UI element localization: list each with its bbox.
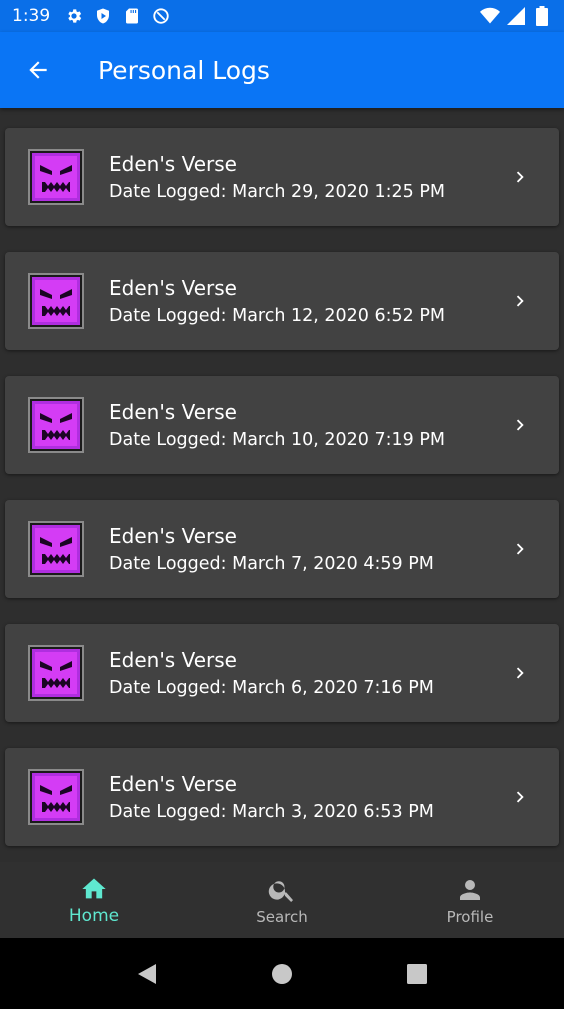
log-item[interactable]: Eden's Verse Date Logged: March 10, 2020…: [5, 376, 559, 474]
monster-face-icon: [28, 149, 84, 205]
app-bar: Personal Logs: [0, 32, 564, 108]
at-sign-icon: [151, 6, 171, 26]
log-date: Date Logged: March 12, 2020 6:52 PM: [109, 306, 446, 326]
system-nav-bar: [0, 938, 564, 1009]
chevron-right-icon: [505, 410, 535, 440]
log-list[interactable]: Eden's Verse Date Logged: March 29, 2020…: [0, 108, 564, 862]
back-triangle-icon[interactable]: [127, 954, 167, 994]
home-circle-icon[interactable]: [262, 954, 302, 994]
chevron-right-icon: [505, 658, 535, 688]
search-icon: [268, 880, 293, 902]
log-date: Date Logged: March 6, 2020 7:16 PM: [109, 678, 434, 698]
log-title: Eden's Verse: [109, 524, 237, 548]
log-item[interactable]: Eden's Verse Date Logged: March 12, 2020…: [5, 252, 559, 350]
nav-home[interactable]: Home: [0, 862, 188, 938]
monster-face-icon: [28, 521, 84, 577]
log-title: Eden's Verse: [109, 276, 237, 300]
log-item[interactable]: Eden's Verse Date Logged: March 6, 2020 …: [5, 624, 559, 722]
log-title: Eden's Verse: [109, 400, 237, 424]
log-date: Date Logged: March 3, 2020 6:53 PM: [109, 802, 434, 822]
back-button[interactable]: [0, 32, 76, 108]
nav-profile[interactable]: Profile: [376, 862, 564, 938]
recents-square-icon[interactable]: [397, 954, 437, 994]
log-title: Eden's Verse: [109, 648, 237, 672]
chevron-right-icon: [505, 286, 535, 316]
arrow-left-icon: [29, 61, 47, 79]
wifi-icon: [480, 6, 500, 26]
chevron-right-icon: [505, 534, 535, 564]
home-icon: [82, 878, 106, 898]
log-item[interactable]: Eden's Verse Date Logged: March 7, 2020 …: [5, 500, 559, 598]
log-item[interactable]: Eden's Verse Date Logged: March 29, 2020…: [5, 128, 559, 226]
nav-label: Profile: [446, 907, 494, 926]
page-title: Personal Logs: [98, 55, 270, 85]
monster-face-icon: [28, 769, 84, 825]
battery-icon: [532, 6, 552, 26]
log-date: Date Logged: March 7, 2020 4:59 PM: [109, 554, 434, 574]
gear-icon: [64, 6, 84, 26]
chevron-right-icon: [505, 162, 535, 192]
sd-card-icon: [122, 6, 142, 26]
status-time: 1:39: [12, 6, 51, 26]
status-icons-left: [64, 6, 171, 26]
log-item[interactable]: Eden's Verse Date Logged: March 3, 2020 …: [5, 748, 559, 846]
nav-label: Home: [68, 905, 120, 926]
person-icon: [460, 879, 480, 900]
log-title: Eden's Verse: [109, 772, 237, 796]
nav-search[interactable]: Search: [188, 862, 376, 938]
chevron-right-icon: [505, 782, 535, 812]
nav-label: Search: [256, 907, 308, 926]
log-date: Date Logged: March 10, 2020 7:19 PM: [109, 430, 446, 450]
status-bar: 1:39: [0, 0, 564, 32]
monster-face-icon: [28, 397, 84, 453]
status-icons-right: [480, 6, 552, 26]
monster-face-icon: [28, 645, 84, 701]
monster-face-icon: [28, 273, 84, 329]
log-title: Eden's Verse: [109, 152, 237, 176]
signal-icon: [506, 6, 526, 26]
log-date: Date Logged: March 29, 2020 1:25 PM: [109, 182, 446, 202]
bottom-nav: Home Search Profile: [0, 862, 564, 938]
shield-play-icon: [93, 6, 113, 26]
